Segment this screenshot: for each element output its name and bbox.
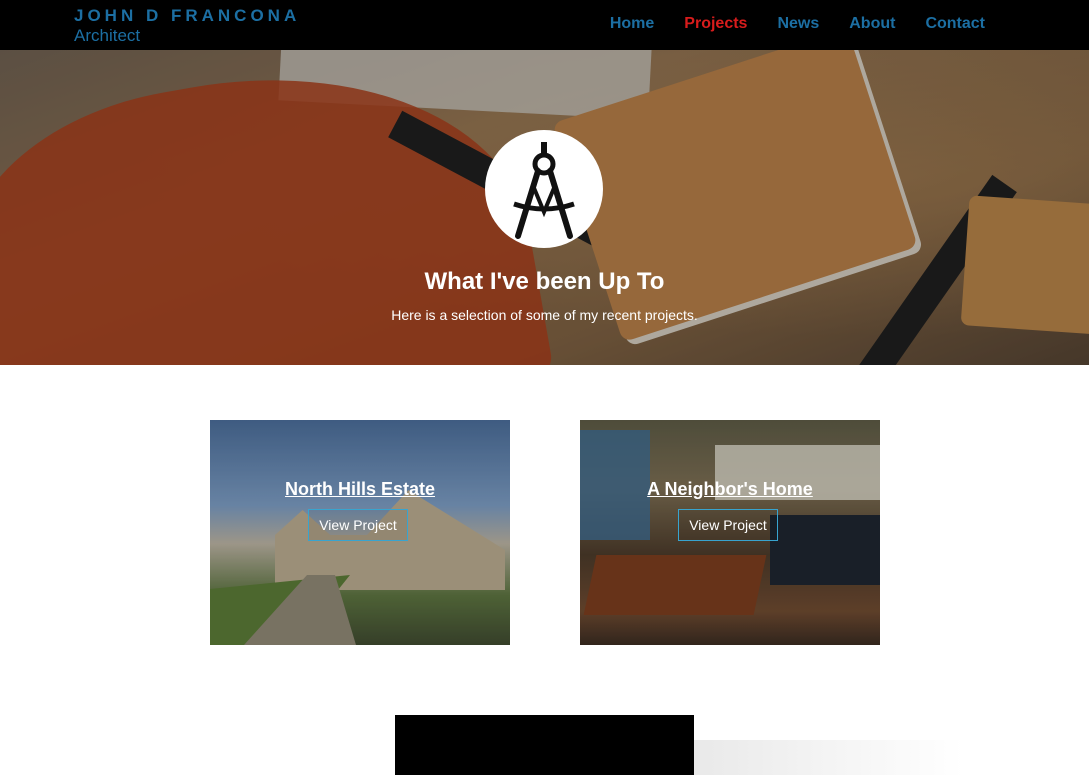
nav-home[interactable]: Home: [610, 15, 654, 33]
brand-logo[interactable]: JOHN D FRANCONA Architect: [74, 6, 300, 45]
hero-subtitle: Here is a selection of some of my recent…: [391, 307, 698, 323]
top-navbar: JOHN D FRANCONA Architect Home Projects …: [0, 0, 1089, 50]
compass-badge: [485, 130, 603, 248]
project-card-north-hills[interactable]: North Hills Estate View Project: [210, 420, 510, 645]
view-project-button[interactable]: View Project: [678, 509, 778, 541]
footer-shadow: [694, 740, 964, 775]
nav-projects[interactable]: Projects: [684, 15, 747, 33]
nav-news[interactable]: News: [777, 15, 819, 33]
footer-block: [395, 715, 694, 775]
brand-tagline: Architect: [74, 26, 141, 45]
compass-icon: [513, 142, 575, 239]
hero-banner: What I've been Up To Here is a selection…: [0, 50, 1089, 365]
hero-title: What I've been Up To: [424, 268, 665, 295]
project-card-neighbors-home[interactable]: A Neighbor's Home View Project: [580, 420, 880, 645]
brand-name: JOHN D FRANCONA: [74, 6, 301, 25]
nav-about[interactable]: About: [849, 15, 895, 33]
project-title[interactable]: North Hills Estate: [210, 479, 510, 500]
view-project-button[interactable]: View Project: [308, 509, 408, 541]
nav-contact[interactable]: Contact: [925, 15, 985, 33]
nav-menu: Home Projects News About Contact: [610, 15, 985, 33]
project-title[interactable]: A Neighbor's Home: [580, 479, 880, 500]
